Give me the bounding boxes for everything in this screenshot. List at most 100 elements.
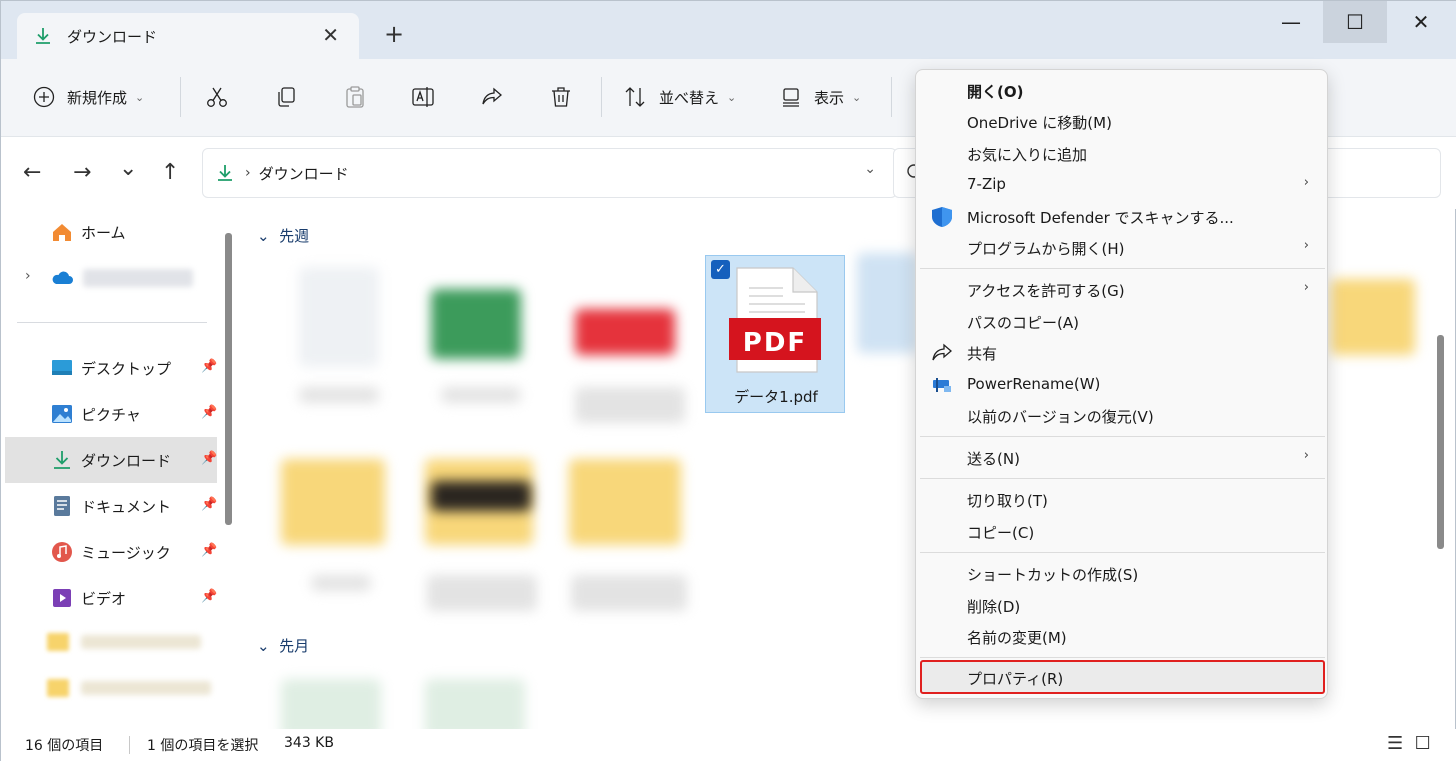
folder-icon[interactable] — [281, 459, 385, 545]
menu-item-restore-previous-versions[interactable]: 以前のバージョンの復元(V) — [920, 401, 1325, 431]
sidebar-item-music[interactable]: ミュージック 📌 — [5, 529, 217, 575]
sidebar-item-desktop[interactable]: デスクトップ 📌 — [5, 345, 217, 391]
pin-icon[interactable]: 📌 — [201, 451, 217, 466]
blurred-file-name — [575, 387, 685, 423]
menu-item-powerrename[interactable]: PowerRename(W) — [920, 370, 1325, 400]
new-tab-button[interactable]: + — [384, 19, 404, 49]
menu-item-share[interactable]: 共有 — [920, 338, 1325, 368]
content-scrollbar[interactable] — [1437, 335, 1444, 549]
document-icon — [54, 496, 70, 516]
selected-checkbox[interactable]: ✓ — [711, 260, 730, 279]
breadcrumb[interactable]: ダウンロード — [259, 163, 349, 184]
blurred-file-name — [441, 387, 521, 403]
pin-icon[interactable]: 📌 — [201, 589, 217, 604]
sort-button-label: 並べ替え — [659, 88, 720, 107]
folder-icon — [47, 679, 69, 697]
blurred-file-icon[interactable] — [281, 679, 381, 729]
video-icon — [53, 589, 71, 607]
menu-item-cut[interactable]: 切り取り(T) — [920, 485, 1325, 515]
selected-file-item[interactable]: ✓ PDF データ1.pdf — [705, 255, 845, 413]
sidebar-item-pictures[interactable]: ピクチャ 📌 — [5, 391, 217, 437]
sidebar-scrollbar[interactable] — [225, 233, 232, 525]
menu-item-send-to[interactable]: 送る(N) › — [920, 443, 1325, 473]
menu-item-give-access[interactable]: アクセスを許可する(G) › — [920, 275, 1325, 305]
new-button[interactable]: 新規作成 ⌄ — [33, 77, 144, 117]
menu-item-open[interactable]: 開く(O) — [920, 76, 1325, 106]
group-header-last-week[interactable]: ⌄ 先週 — [257, 225, 309, 246]
download-icon — [218, 165, 232, 181]
blurred-file-icon[interactable] — [857, 253, 917, 353]
sidebar-item-downloads[interactable]: ダウンロード 📌 — [5, 437, 217, 483]
pin-icon[interactable]: 📌 — [201, 359, 217, 374]
menu-item-create-shortcut[interactable]: ショートカットの作成(S) — [920, 559, 1325, 589]
sidebar-item-videos[interactable]: ビデオ 📌 — [5, 575, 217, 621]
status-item-count: 16 個の項目 — [25, 738, 104, 754]
menu-item-rename[interactable]: 名前の変更(M) — [920, 622, 1325, 652]
pin-icon[interactable]: 📌 — [201, 497, 217, 512]
sidebar-item-documents[interactable]: ドキュメント 📌 — [5, 483, 217, 529]
pin-icon[interactable]: 📌 — [201, 405, 217, 420]
blurred-file-icon[interactable] — [431, 289, 521, 359]
back-button[interactable]: ← — [23, 159, 41, 187]
maximize-button[interactable]: ☐ — [1323, 1, 1387, 43]
sort-arrows-icon — [625, 87, 645, 107]
delete-button[interactable] — [549, 77, 573, 117]
menu-divider — [920, 657, 1325, 658]
sort-button[interactable]: 並べ替え ⌄ — [623, 77, 736, 117]
large-icons-view-icon[interactable]: ☐ — [1415, 733, 1431, 754]
recent-locations-button[interactable]: ⌄ — [119, 155, 137, 183]
pdf-badge: PDF — [742, 328, 808, 358]
up-button[interactable]: ↑ — [161, 159, 179, 187]
chevron-down-icon[interactable]: ⌄ — [864, 161, 876, 177]
chevron-right-icon: › — [1303, 280, 1309, 295]
copy-button[interactable] — [274, 77, 298, 117]
status-bar: 16 個の項目 1 個の項目を選択 343 KB ☰ ☐ — [1, 729, 1456, 761]
menu-item-delete[interactable]: 削除(D) — [920, 591, 1325, 621]
chevron-right-icon[interactable]: › — [25, 268, 31, 284]
blurred-folder-name[interactable] — [81, 635, 201, 649]
details-view-icon[interactable]: ☰ — [1387, 733, 1403, 754]
menu-item-move-to-onedrive[interactable]: OneDrive に移動(M) — [920, 107, 1325, 137]
blurred-file-icon[interactable] — [299, 267, 379, 367]
view-button[interactable]: 表示 ⌄ — [780, 77, 861, 117]
shield-icon — [932, 207, 952, 227]
sidebar-item-onedrive[interactable]: › — [5, 255, 217, 301]
minimize-button[interactable]: — — [1259, 1, 1323, 43]
chevron-down-icon: ⌄ — [852, 90, 862, 104]
menu-divider — [920, 478, 1325, 479]
group-header-last-month[interactable]: ⌄ 先月 — [257, 635, 309, 656]
forward-button[interactable]: → — [73, 159, 91, 187]
menu-item-copy[interactable]: コピー(C) — [920, 517, 1325, 547]
rename-button[interactable] — [411, 77, 437, 117]
blurred-folder-name[interactable] — [81, 681, 211, 695]
menu-item-properties[interactable]: プロパティ(R) — [920, 660, 1325, 694]
menu-item-copy-path[interactable]: パスのコピー(A) — [920, 307, 1325, 337]
menu-item-label: OneDrive に移動(M) — [967, 114, 1112, 132]
paste-button[interactable] — [343, 77, 367, 117]
scissors-icon — [207, 87, 227, 107]
blurred-file-icon[interactable] — [425, 679, 525, 729]
chevron-down-icon: ⌄ — [135, 90, 145, 104]
folder-icon[interactable] — [569, 459, 681, 545]
sidebar-item-label: デスクトップ — [81, 359, 172, 378]
plus-circle-icon — [33, 86, 55, 108]
pin-icon[interactable]: 📌 — [201, 543, 217, 558]
tab-downloads[interactable]: ダウンロード ✕ — [17, 13, 359, 59]
menu-item-label: 削除(D) — [967, 598, 1021, 616]
address-bar[interactable]: › ダウンロード ⌄ — [202, 148, 897, 198]
share-button[interactable] — [480, 77, 504, 117]
menu-item-add-to-favorites[interactable]: お気に入りに追加 — [920, 139, 1325, 169]
desktop-icon — [52, 360, 72, 375]
blurred-file-icon[interactable] — [575, 309, 675, 355]
menu-item-defender-scan[interactable]: Microsoft Defender でスキャンする... — [920, 202, 1325, 232]
blurred-folder-name — [311, 575, 371, 591]
toolbar-divider — [180, 77, 181, 117]
tab-close-icon[interactable]: ✕ — [322, 23, 339, 47]
close-window-button[interactable]: ✕ — [1389, 1, 1453, 43]
menu-item-label: パスのコピー(A) — [967, 314, 1079, 332]
cut-button[interactable] — [205, 77, 229, 117]
menu-item-open-with[interactable]: プログラムから開く(H) › — [920, 233, 1325, 263]
sidebar-item-home[interactable]: ホーム — [5, 209, 217, 255]
menu-item-7zip[interactable]: 7-Zip › — [920, 170, 1325, 200]
folder-icon[interactable] — [1331, 279, 1415, 355]
